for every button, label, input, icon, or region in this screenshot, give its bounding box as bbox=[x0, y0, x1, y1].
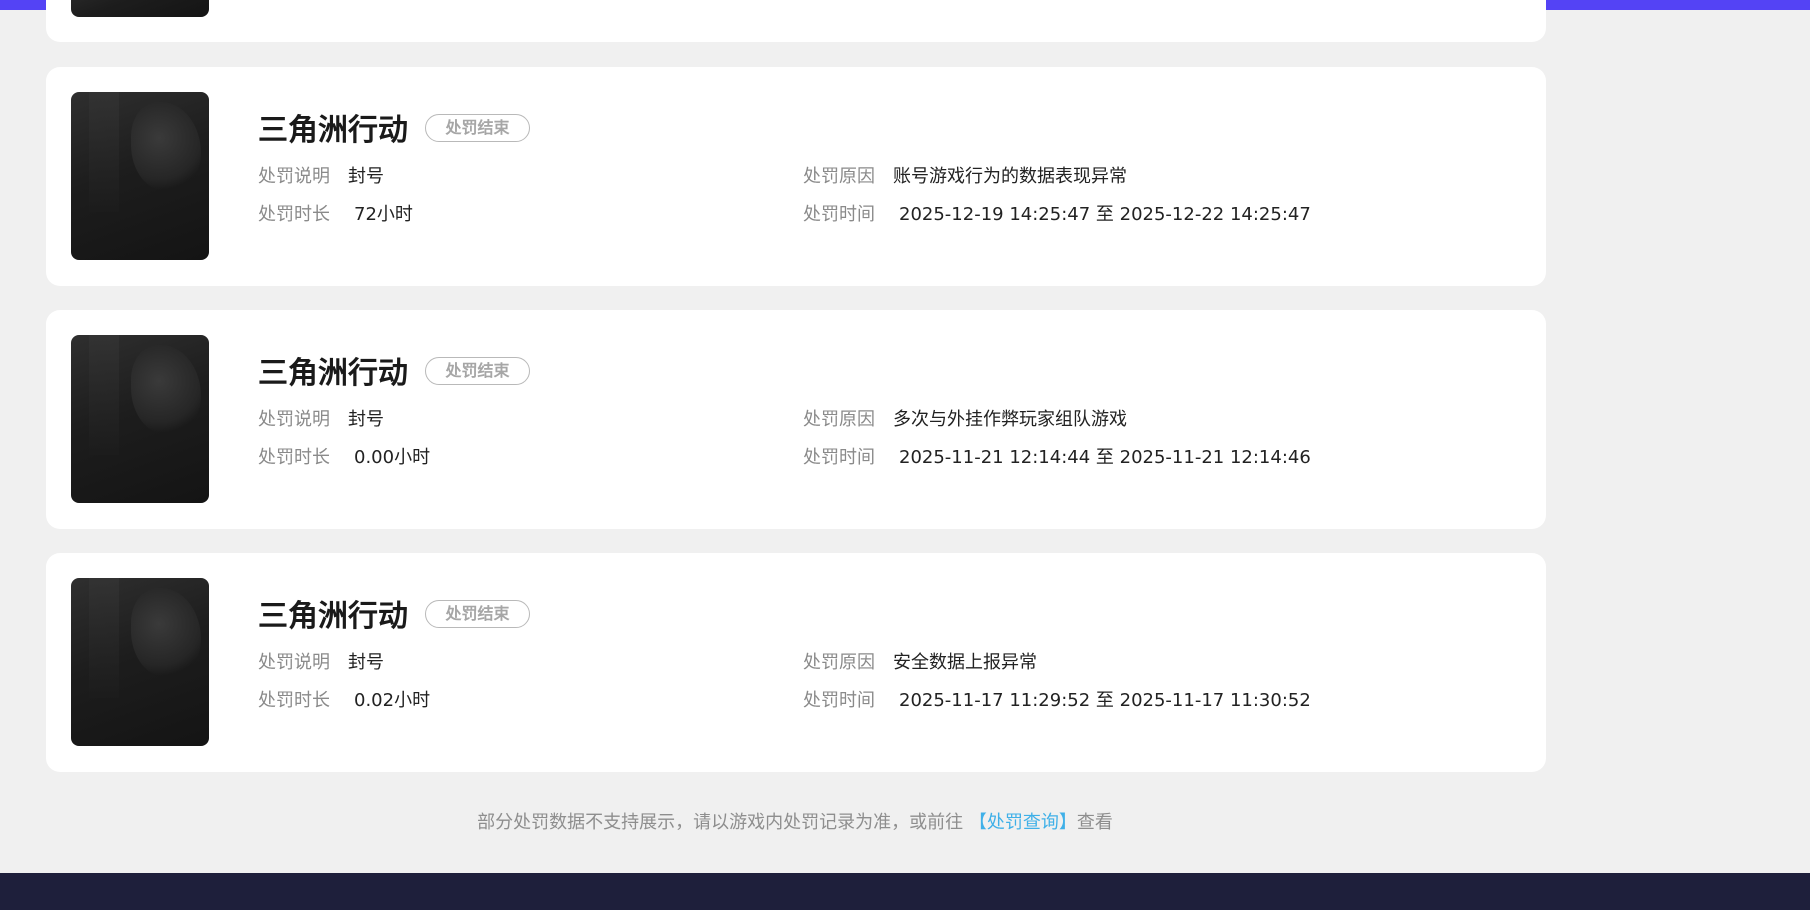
status-badge: 处罚结束 bbox=[425, 357, 530, 385]
page-footer-bar bbox=[0, 873, 1810, 910]
punishment-duration-row: 处罚时长 0.02小时 bbox=[258, 689, 430, 713]
punishment-card: 三角洲行动 处罚结束 处罚说明 封号 处罚时长 72小时 处罚原因 账号游戏行为的数据… bbox=[46, 67, 1546, 286]
game-cover-image bbox=[71, 578, 209, 746]
status-badge: 处罚结束 bbox=[425, 114, 530, 142]
game-cover-image bbox=[71, 0, 209, 17]
duration-label: 处罚时长 bbox=[258, 447, 330, 468]
game-cover-image bbox=[71, 335, 209, 503]
cover-art-trunk bbox=[89, 578, 119, 698]
duration-label: 处罚时长 bbox=[258, 204, 330, 225]
reason-value: 安全数据上报异常 bbox=[893, 652, 1037, 673]
time-value: 2025-11-21 12:14:44 至 2025-11-21 12:14:4… bbox=[899, 447, 1311, 468]
time-label: 处罚时间 bbox=[803, 690, 875, 711]
punishment-description-row: 处罚说明 封号 bbox=[258, 165, 384, 189]
description-label: 处罚说明 bbox=[258, 409, 330, 430]
punishment-card-partial bbox=[46, 0, 1546, 42]
punishment-query-link[interactable]: 【处罚查询】 bbox=[969, 812, 1077, 833]
cover-art-foliage bbox=[131, 102, 201, 192]
reason-label: 处罚原因 bbox=[803, 166, 875, 187]
time-value: 2025-11-17 11:29:52 至 2025-11-17 11:30:5… bbox=[899, 690, 1311, 711]
cover-art-trunk bbox=[89, 92, 119, 212]
reason-value: 多次与外挂作弊玩家组队游戏 bbox=[893, 409, 1127, 430]
description-value: 封号 bbox=[348, 652, 384, 673]
punishment-card: 三角洲行动 处罚结束 处罚说明 封号 处罚时长 0.00小时 处罚原因 多次与外挂作弊… bbox=[46, 310, 1546, 529]
footer-note-suffix: 查看 bbox=[1076, 812, 1113, 833]
reason-label: 处罚原因 bbox=[803, 652, 875, 673]
status-badge: 处罚结束 bbox=[425, 600, 530, 628]
description-value: 封号 bbox=[348, 166, 384, 187]
duration-value: 0.00小时 bbox=[354, 447, 431, 468]
game-cover-image bbox=[71, 92, 209, 260]
punishment-time-row: 处罚时间 2025-11-21 12:14:44 至 2025-11-21 12:… bbox=[803, 446, 1311, 470]
reason-label: 处罚原因 bbox=[803, 409, 875, 430]
punishment-description-row: 处罚说明 封号 bbox=[258, 651, 384, 675]
punishment-description-row: 处罚说明 封号 bbox=[258, 408, 384, 432]
reason-value: 账号游戏行为的数据表现异常 bbox=[893, 166, 1127, 187]
footer-note-prefix: 部分处罚数据不支持展示，请以游戏内处罚记录为准，或前往 bbox=[477, 812, 964, 833]
cover-art-foliage bbox=[131, 345, 201, 435]
punishment-reason-row: 处罚原因 账号游戏行为的数据表现异常 bbox=[803, 165, 1127, 189]
punishment-time-row: 处罚时间 2025-11-17 11:29:52 至 2025-11-17 11:… bbox=[803, 689, 1311, 713]
cover-art-foliage bbox=[131, 588, 201, 678]
punishment-time-row: 处罚时间 2025-12-19 14:25:47 至 2025-12-22 14:… bbox=[803, 203, 1311, 227]
time-value: 2025-12-19 14:25:47 至 2025-12-22 14:25:4… bbox=[899, 204, 1311, 225]
punishment-card: 三角洲行动 处罚结束 处罚说明 封号 处罚时长 0.02小时 处罚原因 安全数据上报异… bbox=[46, 553, 1546, 772]
punishment-duration-row: 处罚时长 0.00小时 bbox=[258, 446, 430, 470]
time-label: 处罚时间 bbox=[803, 447, 875, 468]
game-title: 三角洲行动 bbox=[258, 113, 408, 148]
punishment-reason-row: 处罚原因 多次与外挂作弊玩家组队游戏 bbox=[803, 408, 1127, 432]
duration-value: 72小时 bbox=[354, 204, 413, 225]
cover-art-trunk bbox=[89, 335, 119, 455]
page: 三角洲行动 处罚结束 处罚说明 封号 处罚时长 72小时 处罚原因 账号游戏行为的数据… bbox=[0, 0, 1810, 910]
time-label: 处罚时间 bbox=[803, 204, 875, 225]
description-label: 处罚说明 bbox=[258, 166, 330, 187]
duration-label: 处罚时长 bbox=[258, 690, 330, 711]
game-title: 三角洲行动 bbox=[258, 356, 408, 391]
footer-note: 部分处罚数据不支持展示，请以游戏内处罚记录为准，或前往 【处罚查询】查看 bbox=[0, 810, 1590, 836]
punishment-reason-row: 处罚原因 安全数据上报异常 bbox=[803, 651, 1037, 675]
description-value: 封号 bbox=[348, 409, 384, 430]
punishment-duration-row: 处罚时长 72小时 bbox=[258, 203, 413, 227]
duration-value: 0.02小时 bbox=[354, 690, 431, 711]
game-title: 三角洲行动 bbox=[258, 599, 408, 634]
description-label: 处罚说明 bbox=[258, 652, 330, 673]
